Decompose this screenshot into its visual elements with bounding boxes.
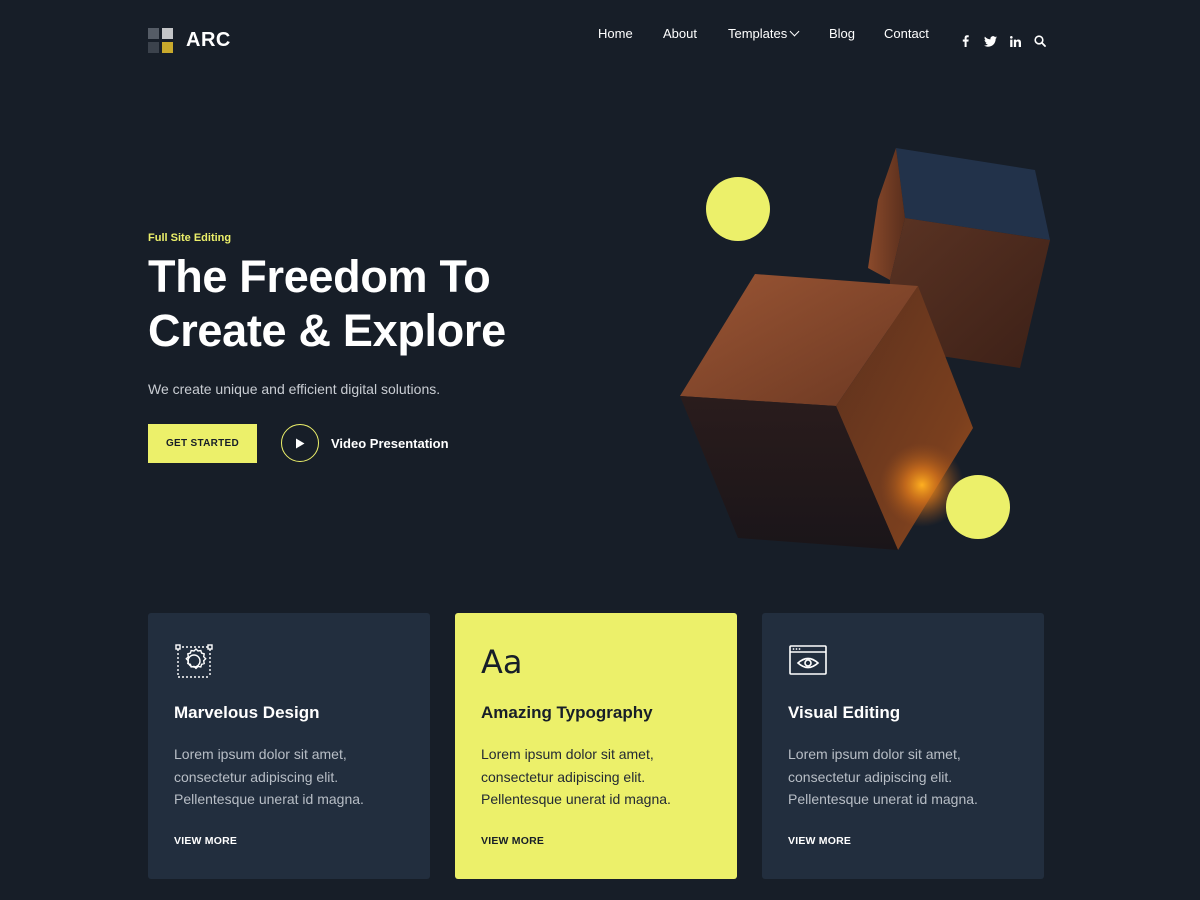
design-gear-icon [175, 644, 213, 678]
nav-item-templates[interactable]: Templates [728, 25, 800, 41]
get-started-button[interactable]: GET STARTED [148, 424, 257, 463]
hero-subtitle: We create unique and efficient digital s… [148, 381, 441, 397]
front-cube [680, 274, 973, 550]
nav-item-blog[interactable]: Blog [829, 26, 855, 41]
nav-item-home[interactable]: Home [598, 26, 633, 41]
brand-name: ARC [186, 29, 231, 51]
view-more-link[interactable]: VIEW MORE [788, 835, 851, 847]
card-title: Amazing Typography [481, 703, 653, 722]
typography-icon: Aa [481, 643, 523, 681]
yellow-circle-top [706, 177, 770, 241]
feature-card-design: Marvelous Design Lorem ipsum dolor sit a… [148, 613, 430, 879]
card-text: Lorem ipsum dolor sit amet, consectetur … [174, 746, 364, 807]
hero-cubes-illustration [680, 148, 1050, 550]
hero-title: The Freedom To Create & Explore [148, 250, 608, 358]
nav-item-contact[interactable]: Contact [884, 26, 929, 41]
facebook-icon[interactable] [960, 34, 970, 48]
twitter-icon[interactable] [983, 34, 997, 48]
feature-card-typography: Aa Amazing Typography Lorem ipsum dolor … [455, 613, 737, 879]
card-title: Marvelous Design [174, 703, 320, 722]
nav-item-about[interactable]: About [663, 26, 697, 41]
yellow-circle-bottom [946, 475, 1010, 539]
site-header: ARC Home About Templates Blog Contact [0, 0, 1200, 82]
linkedin-icon[interactable] [1008, 34, 1022, 48]
hero-kicker: Full Site Editing [148, 232, 232, 244]
logo-icon [148, 28, 173, 53]
search-icon[interactable] [1033, 34, 1047, 48]
feature-card-visual-editing: Visual Editing Lorem ipsum dolor sit ame… [762, 613, 1044, 879]
chevron-down-icon [789, 26, 800, 36]
card-text: Lorem ipsum dolor sit amet, consectetur … [481, 746, 671, 807]
card-title: Visual Editing [788, 703, 901, 722]
browser-eye-icon [789, 645, 827, 675]
view-more-link[interactable]: VIEW MORE [174, 835, 237, 847]
site-logo[interactable]: ARC [148, 28, 231, 53]
hero-title-line2: Create & Explore [148, 305, 506, 356]
nav-item-templates-label: Templates [728, 25, 788, 41]
video-presentation-link[interactable]: Video Presentation [281, 424, 449, 462]
hero-title-line1: The Freedom To [148, 251, 491, 302]
view-more-link[interactable]: VIEW MORE [481, 835, 544, 847]
play-button[interactable] [281, 424, 319, 462]
play-icon [296, 438, 305, 448]
video-presentation-label: Video Presentation [331, 435, 449, 451]
card-text: Lorem ipsum dolor sit amet, consectetur … [788, 746, 978, 807]
